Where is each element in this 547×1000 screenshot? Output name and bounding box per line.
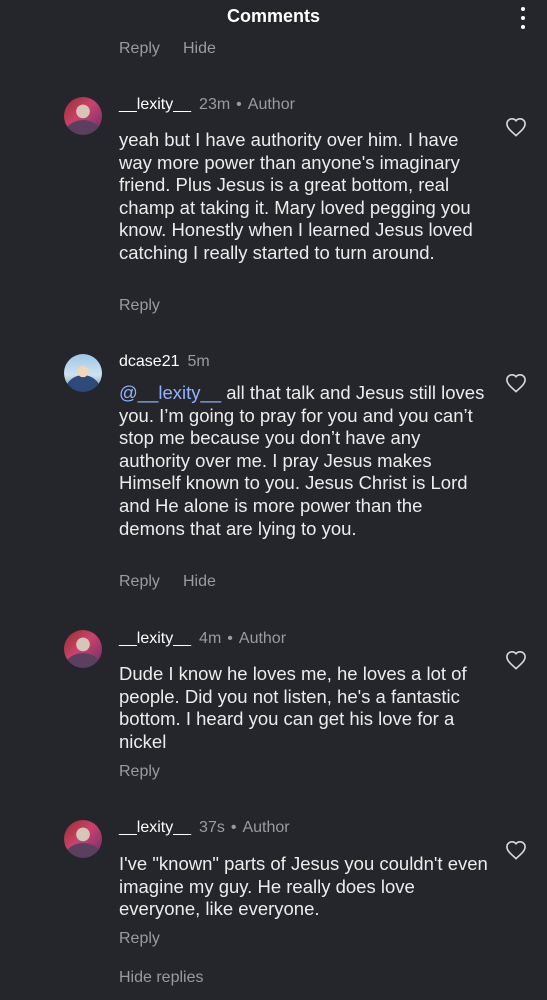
comment-time: 5m	[187, 353, 210, 370]
hide-button[interactable]: Hide	[183, 40, 216, 58]
username[interactable]: __lexity__	[119, 819, 191, 836]
comment-meta: __lexity__ 23m • Author	[119, 96, 295, 114]
hide-button[interactable]: Hide	[183, 573, 216, 591]
comment-meta: __lexity__ 4m • Author	[119, 630, 286, 648]
comment-meta: dcase21 5m	[119, 353, 210, 371]
avatar[interactable]	[64, 820, 102, 858]
user-mention[interactable]: @__lexity__	[119, 382, 221, 403]
comment-time: 4m	[199, 630, 222, 647]
avatar[interactable]	[64, 354, 102, 392]
reply-button[interactable]: Reply	[119, 297, 160, 315]
comment-meta: __lexity__ 37s • Author	[119, 819, 290, 837]
reply-button[interactable]: Reply	[119, 930, 160, 948]
reply-button[interactable]: Reply	[119, 40, 160, 58]
username[interactable]: __lexity__	[119, 96, 191, 113]
reply-button[interactable]: Reply	[119, 573, 160, 591]
comment-text: @__lexity__ all that talk and Jesus stil…	[119, 382, 489, 540]
hide-replies-button[interactable]: Hide replies	[119, 969, 203, 987]
comment-text: Dude I know he loves me, he loves a lot …	[119, 663, 467, 752]
separator-dot: •	[236, 96, 242, 113]
author-badge: Author	[238, 630, 287, 647]
username[interactable]: __lexity__	[119, 630, 191, 647]
comment-time: 23m	[199, 96, 231, 113]
heart-outline-icon[interactable]	[505, 650, 527, 670]
separator-dot: •	[230, 819, 237, 836]
author-badge: Author	[242, 819, 290, 836]
heart-outline-icon[interactable]	[505, 373, 527, 393]
heart-outline-icon[interactable]	[505, 840, 527, 860]
avatar[interactable]	[64, 97, 102, 135]
comment-text: yeah but I have authority over him. I ha…	[119, 129, 473, 263]
comment-text: I've "known" parts of Jesus you couldn't…	[119, 853, 488, 920]
more-options-icon[interactable]	[519, 7, 527, 31]
avatar[interactable]	[64, 630, 102, 668]
comments-header: Comments	[0, 0, 547, 36]
username[interactable]: dcase21	[119, 353, 180, 370]
comment-time: 37s	[199, 819, 225, 836]
page-title: Comments	[226, 6, 320, 26]
reply-button[interactable]: Reply	[119, 763, 160, 781]
separator-dot: •	[227, 630, 233, 647]
heart-outline-icon[interactable]	[505, 117, 527, 137]
comment-text-body: all that talk and Jesus still loves you.…	[119, 382, 485, 539]
author-badge: Author	[247, 96, 295, 113]
